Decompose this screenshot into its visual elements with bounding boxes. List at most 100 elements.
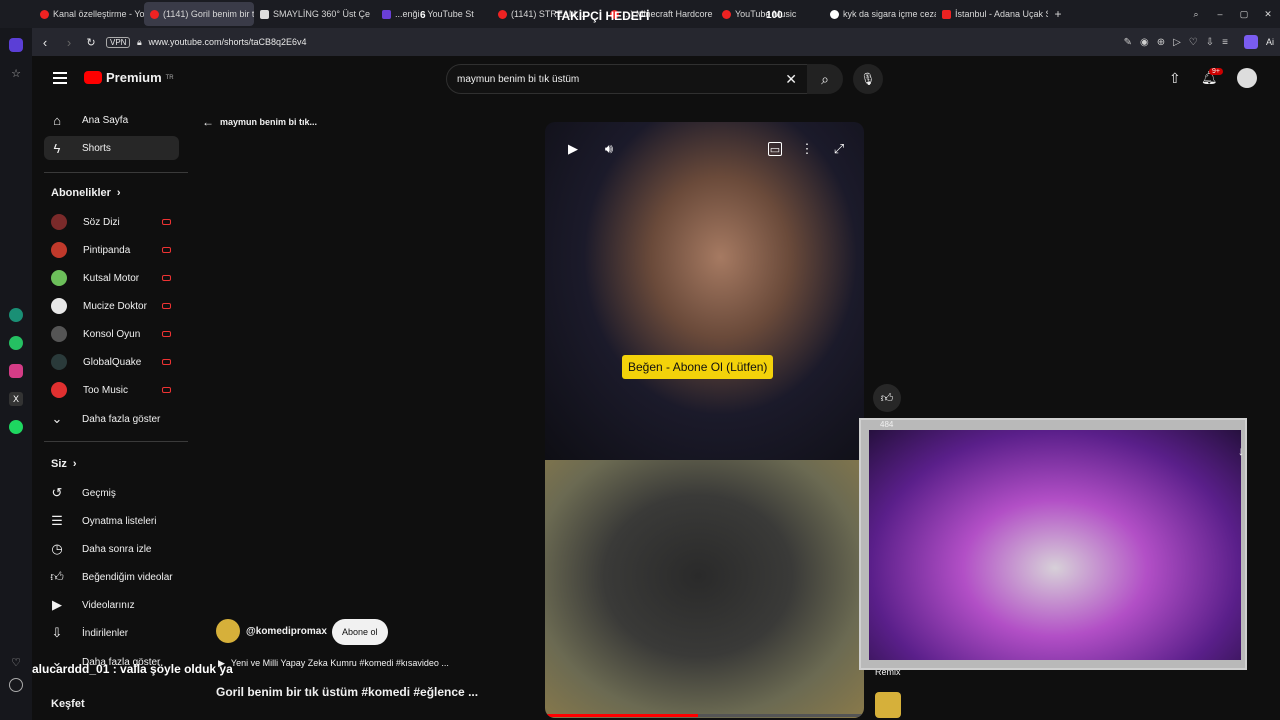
minimize-button[interactable]: – xyxy=(1208,9,1232,19)
subscription-item[interactable]: GlobalQuake xyxy=(51,352,191,372)
youtube-logo[interactable]: Premium TR xyxy=(84,70,174,85)
your-videos-icon: ▶ xyxy=(52,597,62,612)
address-bar: ‹ › ↻ VPN 🔒︎ www.youtube.com/shorts/taCB… xyxy=(32,28,1280,56)
fullscreen-icon[interactable]: ⤢ xyxy=(832,141,846,156)
heart-icon[interactable]: ♡ xyxy=(9,656,23,670)
sidebar-item-you[interactable]: ↺ Geçmiş xyxy=(44,481,179,505)
tab-item[interactable]: SMAYLİNG 360° Üst Çekim xyxy=(254,2,370,26)
show-more-button[interactable]: ⌄ Daha fazla göster xyxy=(44,407,179,431)
live-icon xyxy=(162,359,171,365)
download-icon: ⇩ xyxy=(51,625,63,640)
channel-avatar xyxy=(51,298,67,314)
clear-search-icon[interactable]: ✕ xyxy=(785,71,797,88)
webcam-feed xyxy=(869,430,1241,660)
subscription-item[interactable]: Pintipanda xyxy=(51,240,191,260)
tab-item[interactable]: kyk da sigara içme cezası xyxy=(824,2,936,26)
instagram-icon[interactable] xyxy=(9,364,23,378)
arrow-left-icon: ← xyxy=(202,115,214,129)
ai-button[interactable]: Ai xyxy=(1266,37,1274,47)
scroll-down-icon[interactable]: ↓ xyxy=(1238,444,1244,458)
lock-icon: 🔒︎ xyxy=(137,36,142,47)
more-icon[interactable]: ⋮ xyxy=(800,141,814,156)
back-icon[interactable]: ‹ xyxy=(32,35,58,50)
like-count: 484 xyxy=(880,420,894,429)
subscribe-button[interactable]: Abone ol xyxy=(332,619,388,645)
subscription-item[interactable]: Kutsal Motor xyxy=(51,268,191,288)
subscription-item[interactable]: Mucize Doktor xyxy=(51,296,191,316)
menu-icon[interactable] xyxy=(53,72,67,84)
reload-icon[interactable]: ↻ xyxy=(80,36,102,49)
webcam-overlay xyxy=(859,418,1247,670)
shorts-video-player[interactable]: ▶ 🔊︎ ▭ ⋮ ⤢ xyxy=(545,122,864,718)
divider xyxy=(44,172,188,173)
profile-icon[interactable] xyxy=(1243,35,1258,49)
home-icon[interactable] xyxy=(9,38,23,52)
live-icon xyxy=(162,247,171,253)
sidebar-item-shorts[interactable]: ϟ Shorts xyxy=(44,136,179,160)
thumbs-up-icon: 👍︎ xyxy=(880,390,894,405)
goal-left-value: 6 xyxy=(420,10,426,21)
youtube-icon xyxy=(40,9,49,19)
clock-icon[interactable] xyxy=(9,678,23,692)
search-tabs-icon[interactable]: ⌕ xyxy=(1184,9,1208,20)
subscription-item[interactable]: Too Music xyxy=(51,380,191,400)
close-window-button[interactable]: ✕ xyxy=(1256,9,1280,20)
sidebar-item-you[interactable]: ⇩ İndirilenler xyxy=(44,621,179,645)
watch-later-icon: ◷ xyxy=(51,541,63,556)
tab-item[interactable]: İstanbul - Adana Uçak Sefe xyxy=(936,2,1048,26)
search-input[interactable]: maymun benim bi tık üstüm ✕ xyxy=(446,64,808,94)
new-tab-button[interactable]: + xyxy=(1048,7,1068,21)
chevron-right-icon: › xyxy=(72,458,77,470)
obilet-icon xyxy=(942,9,951,19)
spotify-icon[interactable] xyxy=(9,420,23,434)
sidebar-item-you[interactable]: 👍︎ Beğendiğim videolar xyxy=(44,565,179,589)
music-line[interactable]: ▶ Yeni ve Milli Yapay Zeka Kumru #komedi … xyxy=(218,658,449,669)
video-frame-bottom xyxy=(545,460,864,718)
sidebar-item-home[interactable]: ⌂ Ana Sayfa xyxy=(44,108,179,132)
browser-sidebar: o ☆ X ♡ xyxy=(0,0,32,720)
channel-avatar xyxy=(51,242,67,258)
maximize-button[interactable]: ▢ xyxy=(1232,9,1256,20)
channel-avatar xyxy=(51,382,67,398)
channel-avatar xyxy=(51,270,67,286)
you-header[interactable]: Siz › xyxy=(51,458,77,470)
voice-search-button[interactable]: 🎙︎ xyxy=(853,64,883,94)
sidebar-item-you[interactable]: ▶ Videolarınız xyxy=(44,593,179,617)
forward-icon[interactable]: › xyxy=(58,35,80,50)
upload-icon[interactable]: ⇧ xyxy=(1169,70,1181,87)
play-icon[interactable]: ▶ xyxy=(566,141,580,156)
goal-title: TAKİPÇİ HEDEFİ xyxy=(555,9,650,23)
channel-avatar[interactable] xyxy=(216,619,240,643)
like-button[interactable]: 👍︎ xyxy=(873,384,901,412)
star-icon[interactable]: ☆ xyxy=(9,67,23,81)
tab-item[interactable]: Kanal özelleştirme - YouTu xyxy=(34,2,144,26)
chatgpt-icon[interactable] xyxy=(9,308,23,322)
channel-avatar xyxy=(51,214,67,230)
x-icon[interactable]: X xyxy=(9,392,23,406)
chevron-down-icon: ⌄ xyxy=(51,411,63,426)
avatar[interactable] xyxy=(1237,68,1257,88)
whatsapp-icon[interactable] xyxy=(9,336,23,350)
captions-icon[interactable]: ▭ xyxy=(768,142,782,156)
explore-header[interactable]: Keşfet xyxy=(51,698,85,710)
extension-icons[interactable]: ✎◉⊕▷♡⇩≡ xyxy=(1124,37,1236,48)
subscriptions-header[interactable]: Abonelikler › xyxy=(51,187,121,199)
search-button[interactable]: ⌕ xyxy=(807,64,843,94)
tab-item[interactable]: (1141) Goril benim bir tık xyxy=(144,2,254,26)
channel-avatar xyxy=(51,354,67,370)
sidebar-item-you[interactable]: ◷ Daha sonra izle xyxy=(44,537,179,561)
video-caption: Beğen - Abone Ol (Lütfen) xyxy=(622,355,774,379)
back-to-results[interactable]: ← maymun benim bi tık... xyxy=(202,115,317,129)
like-icon: 👍︎ xyxy=(50,569,64,584)
site-icon xyxy=(260,9,269,19)
url-field[interactable]: www.youtube.com/shorts/taCB8q2E6v4 xyxy=(148,37,306,47)
sidebar-item-you[interactable]: ☰ Oynatma listeleri xyxy=(44,509,179,533)
progress-bar[interactable] xyxy=(545,714,864,717)
subscription-item[interactable]: Söz Dizi xyxy=(51,212,191,232)
vpn-badge[interactable]: VPN xyxy=(106,36,131,48)
search-icon: ⌕ xyxy=(821,70,829,87)
channel-name[interactable]: @komedipromax xyxy=(246,626,327,637)
subscription-item[interactable]: Konsol Oyun xyxy=(51,324,191,344)
sound-thumbnail[interactable] xyxy=(875,692,901,718)
volume-icon[interactable]: 🔊︎ xyxy=(602,141,616,156)
